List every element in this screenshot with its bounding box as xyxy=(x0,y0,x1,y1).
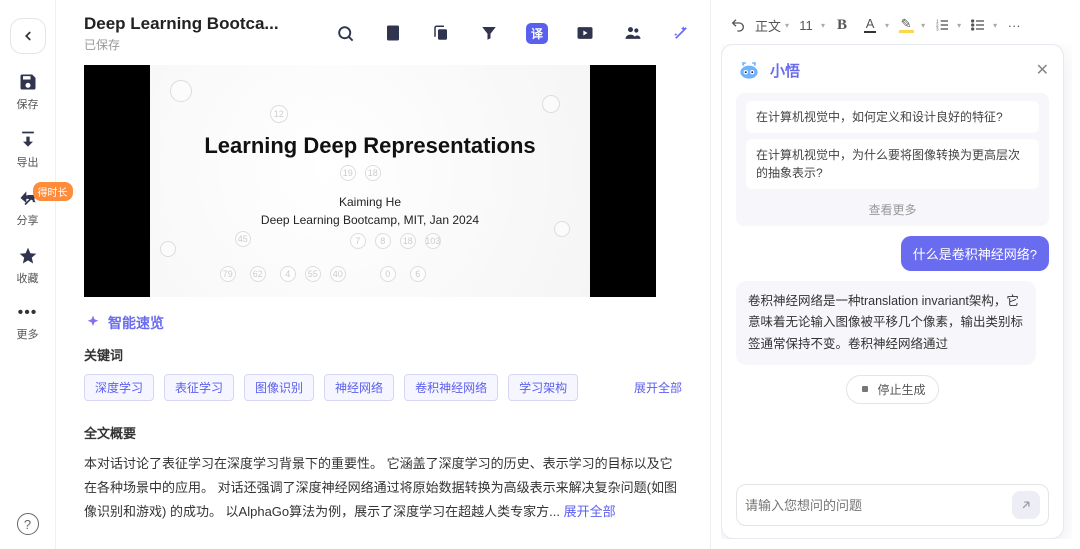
bold-button[interactable]: B xyxy=(831,14,853,36)
bot-message: 卷积神经网络是一种translation invariant架构，它意味着无论输… xyxy=(736,281,1036,365)
slide-bubble: 62 xyxy=(250,266,266,282)
slide-bubble: 40 xyxy=(330,266,346,282)
chevron-down-icon: ▾ xyxy=(885,21,889,30)
keyword-chip[interactable]: 学习架构 xyxy=(508,374,578,401)
stop-generate-button[interactable]: 停止生成 xyxy=(846,375,938,404)
user-message: 什么是卷积神经网络? xyxy=(901,236,1049,271)
slide-bubble: 0 xyxy=(380,266,396,282)
suggestion-item[interactable]: 在计算机视觉中，为什么要将图像转换为更高层次的抽象表示? xyxy=(746,139,1039,189)
rail-more-label: 更多 xyxy=(17,326,39,342)
rail-share[interactable]: 得时长 分享 xyxy=(17,188,39,228)
toolbar-more[interactable]: ··· xyxy=(1003,14,1025,36)
chat-input-row xyxy=(736,484,1049,526)
rail-save-label: 保存 xyxy=(17,96,39,112)
unordered-list-button[interactable] xyxy=(967,14,989,36)
slide-bubble: 103 xyxy=(425,233,441,249)
assistant-avatar-icon xyxy=(736,57,762,83)
translate-icon[interactable]: 译 xyxy=(526,22,548,44)
chat-input[interactable] xyxy=(745,498,1012,513)
summary-expand[interactable]: 展开全部 xyxy=(564,504,616,519)
editor-toolbar: 正文 ▾ 11 ▾ B A ▾ ✎ ▾ 123 ▾ ▾ ··· xyxy=(721,10,1072,44)
slide-bubble xyxy=(170,80,192,102)
slide-bubble: 8 xyxy=(375,233,391,249)
rail-favorite-label: 收藏 xyxy=(17,270,39,286)
video-icon[interactable] xyxy=(574,22,596,44)
slide-title: Learning Deep Representations xyxy=(204,133,535,159)
ordered-list-button[interactable]: 123 xyxy=(931,14,953,36)
slide-bubble: 55 xyxy=(305,266,321,282)
summary-label: 全文概要 xyxy=(84,423,682,442)
slide-bubble: 19 xyxy=(340,165,356,181)
slide-thumbnail[interactable]: 12 19 18 45 79 62 4 55 40 0 6 7 8 18 103… xyxy=(84,65,656,297)
share-badge: 得时长 xyxy=(33,182,73,201)
slide-bubble: 18 xyxy=(365,165,381,181)
chevron-down-icon: ▾ xyxy=(993,21,997,30)
send-button[interactable] xyxy=(1012,491,1040,519)
font-size-select[interactable]: 11 xyxy=(795,14,817,36)
doc-status: 已保存 xyxy=(84,36,314,53)
slide-bubble: 7 xyxy=(350,233,366,249)
slide-bubble: 18 xyxy=(400,233,416,249)
rail-export-label: 导出 xyxy=(17,154,39,170)
magic-icon[interactable] xyxy=(670,22,692,44)
search-icon[interactable] xyxy=(334,22,356,44)
slide-subtitle: Deep Learning Bootcamp, MIT, Jan 2024 xyxy=(261,211,479,229)
ai-overview-label: 智能速览 xyxy=(108,313,164,333)
chevron-down-icon: ▾ xyxy=(821,21,825,30)
slide-author: Kaiming He xyxy=(261,193,479,211)
back-button[interactable] xyxy=(10,18,46,54)
suggestion-item[interactable]: 在计算机视觉中，如何定义和设计良好的特征? xyxy=(746,101,1039,133)
rail-export[interactable]: 导出 xyxy=(17,130,39,170)
filter-icon[interactable] xyxy=(478,22,500,44)
slide-bubble: 79 xyxy=(220,266,236,282)
rail-more[interactable]: ••• 更多 xyxy=(17,304,39,342)
slide-bubble: 4 xyxy=(280,266,296,282)
slide-bubble: 6 xyxy=(410,266,426,282)
rail-save[interactable]: 保存 xyxy=(17,72,39,112)
style-select[interactable]: 正文 xyxy=(755,14,781,36)
ai-icon xyxy=(84,314,102,332)
doc-title: Deep Learning Bootca... xyxy=(84,14,294,34)
rail-share-label: 分享 xyxy=(17,212,39,228)
chat-title: 小悟 xyxy=(770,60,1028,81)
keyword-chip[interactable]: 表征学习 xyxy=(164,374,234,401)
help-button[interactable]: ? xyxy=(17,513,39,535)
note-icon[interactable] xyxy=(382,22,404,44)
more-icon: ••• xyxy=(18,304,38,322)
suggestions-box: 在计算机视觉中，如何定义和设计良好的特征? 在计算机视觉中，为什么要将图像转换为… xyxy=(736,93,1049,226)
slide-bubble: 45 xyxy=(235,231,251,247)
keyword-chip[interactable]: 图像识别 xyxy=(244,374,314,401)
keyword-chip[interactable]: 神经网络 xyxy=(324,374,394,401)
undo-icon[interactable] xyxy=(727,14,749,36)
close-icon[interactable]: ✕ xyxy=(1036,60,1049,80)
keywords-row: 深度学习 表征学习 图像识别 神经网络 卷积神经网络 学习架构 展开全部 xyxy=(84,374,682,401)
people-icon[interactable] xyxy=(622,22,644,44)
chevron-down-icon: ▾ xyxy=(957,21,961,30)
chevron-down-icon: ▾ xyxy=(921,21,925,30)
font-color-button[interactable]: A xyxy=(859,14,881,36)
svg-text:3: 3 xyxy=(936,26,939,31)
copy-icon[interactable] xyxy=(430,22,452,44)
slide-bubble xyxy=(542,95,560,113)
highlight-button[interactable]: ✎ xyxy=(895,14,917,36)
keyword-chip[interactable]: 深度学习 xyxy=(84,374,154,401)
stop-icon xyxy=(859,383,871,395)
keywords-label: 关键词 xyxy=(84,345,682,364)
chevron-down-icon: ▾ xyxy=(785,21,789,30)
chat-panel: 小悟 ✕ 在计算机视觉中，如何定义和设计良好的特征? 在计算机视觉中，为什么要将… xyxy=(721,44,1064,539)
rail-favorite[interactable]: 收藏 xyxy=(17,246,39,286)
summary-text: 本对话讨论了表征学习在深度学习背景下的重要性。 它涵盖了深度学习的历史、表示学习… xyxy=(84,452,682,524)
slide-bubble xyxy=(554,221,570,237)
keywords-expand[interactable]: 展开全部 xyxy=(634,379,682,396)
slide-bubble: 12 xyxy=(270,105,288,123)
keyword-chip[interactable]: 卷积神经网络 xyxy=(404,374,498,401)
see-more-link[interactable]: 查看更多 xyxy=(746,195,1039,218)
slide-bubble xyxy=(160,241,176,257)
